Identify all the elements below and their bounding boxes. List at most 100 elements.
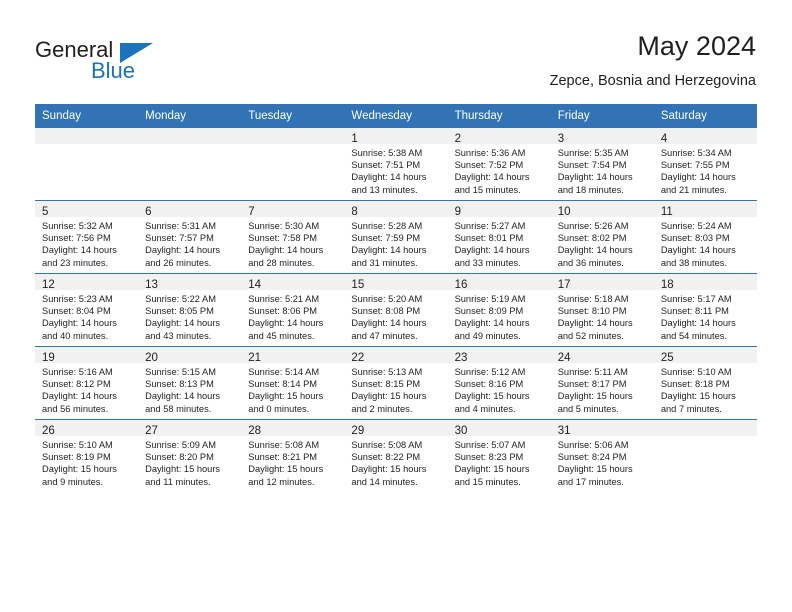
day-number-band: 14 [241, 274, 345, 291]
sunrise-text: Sunrise: 5:19 AM [454, 294, 526, 304]
day-number-band: 1 [344, 128, 448, 145]
daylight-text-line2: and 56 minutes. [42, 403, 109, 414]
daylight-text-line1: Daylight: 14 hours [557, 245, 633, 256]
calendar-day-cell[interactable]: 30 Sunrise: 5:07 AM Sunset: 8:23 PM Dayligh… [447, 419, 551, 492]
calendar-day-cell[interactable]: 3 Sunrise: 5:35 AM Sunset: 7:54 PM Daylight… [550, 128, 654, 201]
day-number: 9 [454, 206, 461, 218]
calendar-day-cell[interactable]: 17 Sunrise: 5:18 AM Sunset: 8:10 PM Dayligh… [550, 273, 654, 347]
sunset-text: Sunset: 8:19 PM [42, 452, 111, 463]
sunrise-text: Sunrise: 5:32 AM [42, 221, 113, 231]
calendar-day-cell[interactable]: 20 Sunrise: 5:15 AM Sunset: 8:13 PM Dayligh… [138, 346, 242, 420]
sunrise-text: Sunrise: 5:17 AM [660, 294, 732, 304]
calendar-day-cell[interactable]: 5 Sunrise: 5:32 AM Sunset: 7:56 PM Daylight… [35, 200, 139, 274]
day-number-band: 4 [653, 128, 757, 145]
general-blue-logo[interactable]: General Blue [35, 37, 265, 87]
calendar-day-cell[interactable]: 23 Sunrise: 5:12 AM Sunset: 8:16 PM Dayligh… [447, 346, 551, 420]
calendar-day-cell[interactable]: 9 Sunrise: 5:27 AM Sunset: 8:01 PM Daylight… [447, 200, 551, 274]
sunset-text: Sunset: 8:20 PM [145, 452, 214, 463]
sunset-text: Sunset: 8:04 PM [42, 306, 111, 317]
calendar-day-cell[interactable]: 2 Sunrise: 5:36 AM Sunset: 7:52 PM Daylight… [447, 128, 551, 201]
daylight-text-line2: and 13 minutes. [351, 184, 418, 195]
daylight-text-line2: and 33 minutes. [454, 257, 521, 268]
day-number: 27 [145, 425, 158, 437]
day-number-band [241, 128, 345, 144]
day-cell-body: Sunrise: 5:08 AM Sunset: 8:22 PM Daylight:… [344, 436, 447, 488]
calendar-day-cell[interactable]: 11 Sunrise: 5:24 AM Sunset: 8:03 PM Dayligh… [653, 200, 757, 274]
calendar-day-cell[interactable]: 15 Sunrise: 5:20 AM Sunset: 8:08 PM Dayligh… [344, 273, 448, 347]
day-number: 16 [454, 279, 468, 291]
calendar-day-cell[interactable]: 12 Sunrise: 5:23 AM Sunset: 8:04 PM Dayligh… [35, 273, 139, 347]
daylight-text-line2: and 15 minutes. [454, 476, 521, 487]
day-number: 17 [557, 279, 571, 291]
day-number: 11 [660, 206, 673, 218]
day-number: 12 [42, 279, 55, 291]
day-number: 31 [557, 425, 571, 437]
day-number-band: 27 [138, 420, 242, 437]
calendar-day-cell[interactable]: 28 Sunrise: 5:08 AM Sunset: 8:21 PM Dayligh… [241, 419, 345, 492]
day-cell-body: Sunrise: 5:10 AM Sunset: 8:19 PM Daylight:… [35, 436, 138, 488]
calendar-week-row: 1 Sunrise: 5:38 AM Sunset: 7:51 PM Daylight… [35, 128, 757, 201]
sunset-text: Sunset: 8:11 PM [660, 306, 729, 317]
day-cell-body: Sunrise: 5:18 AM Sunset: 8:10 PM Daylight:… [551, 290, 654, 342]
calendar-day-cell[interactable]: 22 Sunrise: 5:13 AM Sunset: 8:15 PM Dayligh… [344, 346, 448, 420]
daylight-text-line1: Daylight: 14 hours [351, 245, 427, 256]
day-cell-body: Sunrise: 5:30 AM Sunset: 7:58 PM Daylight:… [241, 217, 344, 269]
day-number: 21 [248, 352, 262, 364]
day-number: 18 [660, 279, 674, 291]
sunrise-text: Sunrise: 5:30 AM [248, 221, 320, 231]
day-number-band: 31 [550, 420, 654, 437]
calendar-day-cell[interactable]: 19 Sunrise: 5:16 AM Sunset: 8:12 PM Dayligh… [35, 346, 139, 420]
day-cell-body: Sunrise: 5:28 AM Sunset: 7:59 PM Daylight:… [344, 217, 447, 269]
day-number-band: 20 [138, 347, 242, 364]
daylight-text-line1: Daylight: 14 hours [145, 245, 221, 256]
calendar-day-cell[interactable]: 10 Sunrise: 5:26 AM Sunset: 8:02 PM Dayligh… [550, 200, 654, 274]
daylight-text-line1: Daylight: 14 hours [145, 318, 221, 329]
day-number-band [35, 128, 139, 144]
daylight-text-line2: and 45 minutes. [248, 330, 315, 341]
sunset-text: Sunset: 7:57 PM [145, 233, 214, 244]
calendar-day-cell[interactable]: 27 Sunrise: 5:09 AM Sunset: 8:20 PM Dayligh… [138, 419, 242, 492]
calendar-day-cell[interactable]: 26 Sunrise: 5:10 AM Sunset: 8:19 PM Dayligh… [35, 419, 139, 492]
day-number: 15 [351, 279, 365, 291]
weekday-header-row: Sunday Monday Tuesday Wednesday Thursday… [35, 104, 757, 128]
day-number: 13 [145, 279, 158, 291]
sunset-text: Sunset: 8:18 PM [660, 379, 730, 390]
day-number-band: 6 [138, 201, 242, 218]
calendar-day-cell[interactable]: 29 Sunrise: 5:08 AM Sunset: 8:22 PM Dayligh… [344, 419, 448, 492]
calendar-day-cell[interactable]: 7 Sunrise: 5:30 AM Sunset: 7:58 PM Daylight… [241, 200, 345, 274]
day-number-band: 9 [447, 201, 551, 218]
sunset-text: Sunset: 7:59 PM [351, 233, 421, 244]
calendar-day-cell[interactable]: 25 Sunrise: 5:10 AM Sunset: 8:18 PM Dayligh… [653, 346, 757, 420]
day-number-band [653, 420, 757, 436]
day-cell-body: Sunrise: 5:23 AM Sunset: 8:04 PM Daylight:… [35, 290, 138, 342]
calendar-day-cell[interactable]: 21 Sunrise: 5:14 AM Sunset: 8:14 PM Dayligh… [241, 346, 345, 420]
calendar-day-cell[interactable]: 24 Sunrise: 5:11 AM Sunset: 8:17 PM Dayligh… [550, 346, 654, 420]
calendar-day-cell[interactable]: 14 Sunrise: 5:21 AM Sunset: 8:06 PM Dayligh… [241, 273, 345, 347]
daylight-text-line2: and 28 minutes. [248, 257, 315, 268]
weekday-header-wednesday: Wednesday [344, 104, 448, 128]
day-number-band: 24 [550, 347, 654, 364]
weekday-header-thursday: Thursday [447, 104, 551, 128]
daylight-text-line2: and 38 minutes. [660, 257, 727, 268]
calendar-day-cell[interactable]: 6 Sunrise: 5:31 AM Sunset: 7:57 PM Daylight… [138, 200, 242, 274]
day-number-band: 25 [653, 347, 757, 364]
day-number: 10 [557, 206, 571, 218]
calendar-day-cell[interactable]: 16 Sunrise: 5:19 AM Sunset: 8:09 PM Dayligh… [447, 273, 551, 347]
day-cell-body: Sunrise: 5:09 AM Sunset: 8:20 PM Daylight:… [138, 436, 241, 488]
day-number: 7 [248, 206, 255, 218]
sunset-text: Sunset: 8:03 PM [660, 233, 730, 244]
calendar-day-cell[interactable]: 4 Sunrise: 5:34 AM Sunset: 7:55 PM Daylight… [653, 128, 757, 201]
sunset-text: Sunset: 7:51 PM [351, 160, 421, 171]
day-number-band: 17 [550, 274, 654, 291]
calendar-day-cell[interactable]: 13 Sunrise: 5:22 AM Sunset: 8:05 PM Dayligh… [138, 273, 242, 347]
calendar-day-cell[interactable]: 18 Sunrise: 5:17 AM Sunset: 8:11 PM Dayligh… [653, 273, 757, 347]
sunset-text: Sunset: 7:55 PM [660, 160, 730, 171]
sunset-text: Sunset: 8:10 PM [557, 306, 627, 317]
calendar-day-cell[interactable]: 1 Sunrise: 5:38 AM Sunset: 7:51 PM Daylight… [344, 128, 448, 201]
day-cell-body: Sunrise: 5:21 AM Sunset: 8:06 PM Daylight:… [241, 290, 344, 342]
daylight-text-line2: and 17 minutes. [557, 476, 624, 487]
calendar-day-cell[interactable]: 31 Sunrise: 5:06 AM Sunset: 8:24 PM Dayligh… [550, 419, 654, 492]
calendar-day-cell[interactable]: 8 Sunrise: 5:28 AM Sunset: 7:59 PM Daylight… [344, 200, 448, 274]
sunrise-text: Sunrise: 5:23 AM [42, 294, 113, 304]
day-cell-body: Sunrise: 5:26 AM Sunset: 8:02 PM Daylight:… [551, 217, 654, 269]
